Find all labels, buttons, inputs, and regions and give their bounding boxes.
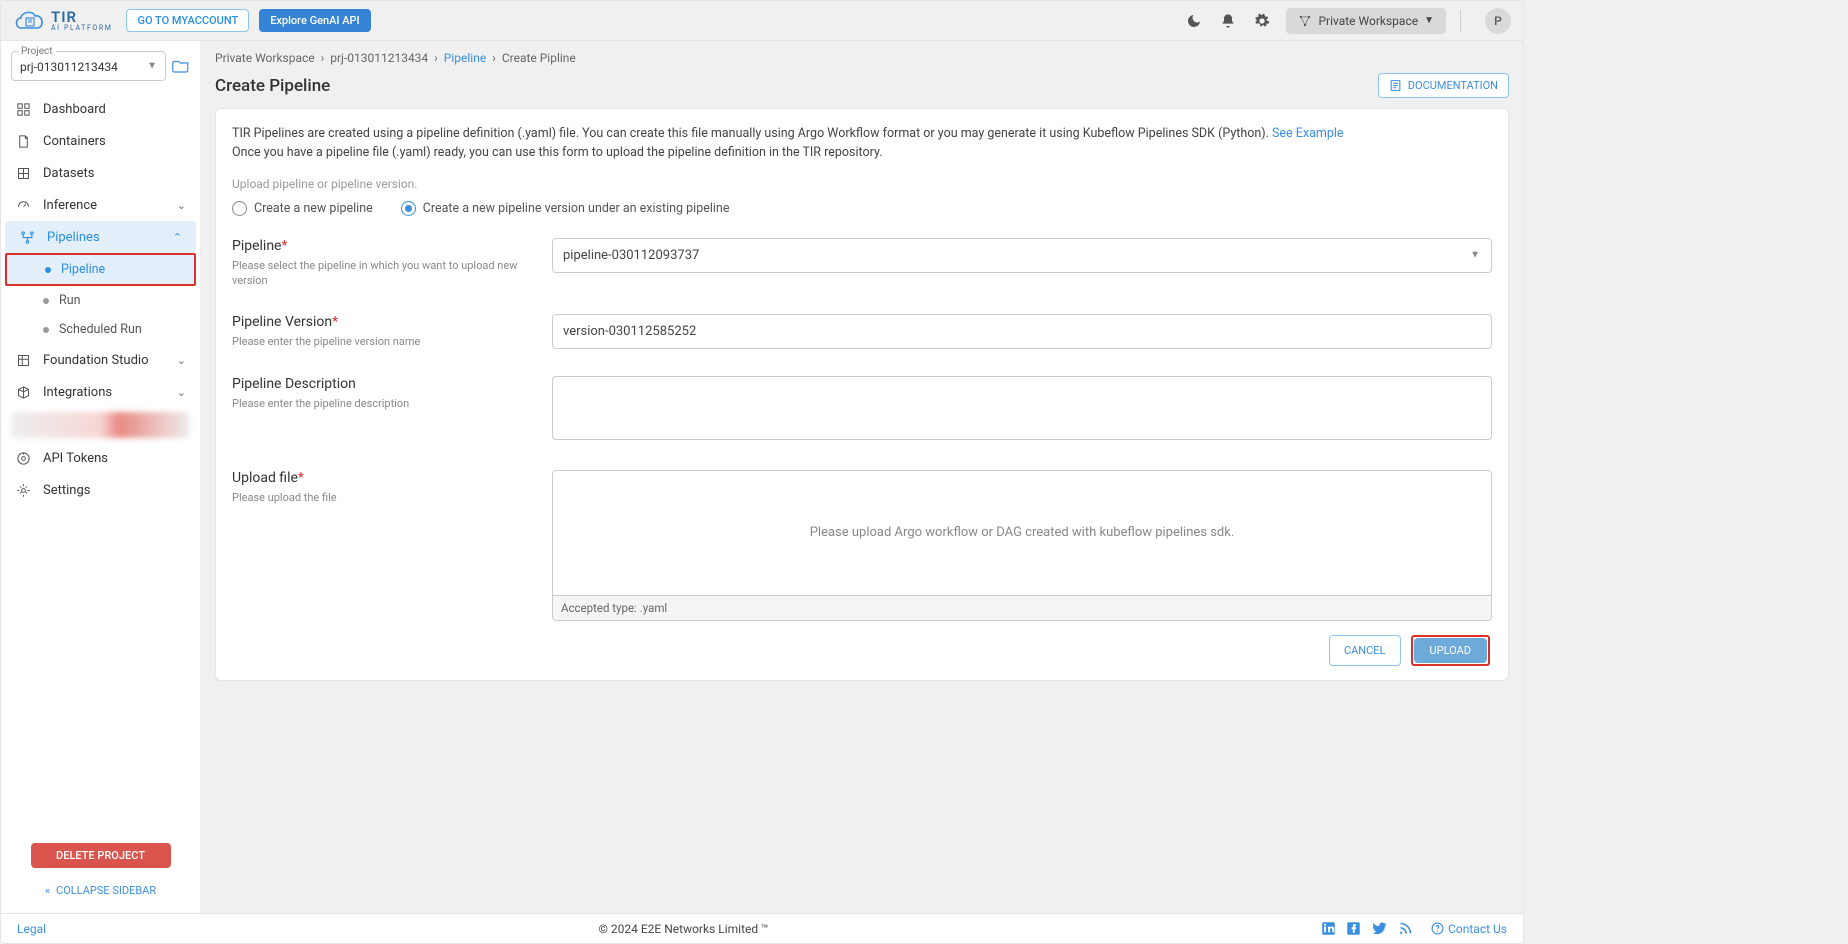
caret-down-icon: ▼: [147, 61, 157, 72]
intro-text: TIR Pipelines are created using a pipeli…: [232, 125, 1492, 163]
project-value: prj-013011213434: [20, 60, 118, 74]
footer: Legal © 2024 E2E Networks Limited ™ Cont…: [1, 913, 1523, 943]
gear-icon[interactable]: [1252, 11, 1272, 31]
avatar[interactable]: P: [1485, 8, 1511, 34]
sidebar-item-foundation-studio[interactable]: Foundation Studio ⌄: [1, 344, 200, 376]
chevron-up-icon: ⌃: [173, 231, 182, 244]
doc-icon: [1389, 79, 1402, 92]
sidebar-item-pipelines[interactable]: Pipelines ⌃: [5, 221, 196, 253]
pipeline-label: Pipeline*: [232, 238, 522, 254]
sidebar-item-settings[interactable]: Settings: [1, 474, 200, 506]
upload-dropzone[interactable]: Please upload Argo workflow or DAG creat…: [552, 470, 1492, 596]
chevron-down-icon: ⌄: [177, 386, 186, 399]
chevron-down-icon: ⌄: [177, 199, 186, 212]
sidebar-subitem-pipeline[interactable]: Pipeline: [5, 253, 196, 286]
package-icon: [15, 384, 31, 400]
description-label: Pipeline Description: [232, 376, 522, 392]
folder-icon[interactable]: [172, 57, 190, 75]
sidebar-subitem-run[interactable]: Run: [1, 286, 200, 315]
sidebar-item-dashboard[interactable]: Dashboard: [1, 93, 200, 125]
project-selector[interactable]: Project prj-013011213434 ▼: [11, 51, 166, 81]
sidebar-item-api-tokens[interactable]: API Tokens: [1, 442, 200, 474]
description-input[interactable]: [552, 376, 1492, 440]
gauge-icon: [15, 197, 31, 213]
copyright: © 2024 E2E Networks Limited ™: [46, 922, 1321, 936]
help-icon: [1431, 922, 1444, 935]
logo[interactable]: TIR AI PLATFORM: [13, 8, 112, 34]
explore-genai-button[interactable]: Explore GenAI API: [259, 9, 370, 32]
twitter-icon[interactable]: [1371, 921, 1388, 936]
sidebar: Project prj-013011213434 ▼ Dashboard Con…: [1, 41, 201, 913]
topbar: TIR AI PLATFORM GO TO MYACCOUNT Explore …: [1, 1, 1523, 41]
cloud-logo-icon: [13, 8, 47, 34]
grid-icon: [15, 352, 31, 368]
chevron-down-icon: ⌄: [177, 354, 186, 367]
document-icon: [15, 133, 31, 149]
breadcrumb-pipeline[interactable]: Pipeline: [444, 51, 486, 65]
version-help: Please enter the pipeline version name: [232, 334, 522, 349]
pipeline-icon: [19, 229, 35, 245]
upload-button[interactable]: UPLOAD: [1414, 638, 1488, 663]
rss-icon[interactable]: [1398, 921, 1413, 936]
dot-icon: [43, 327, 49, 333]
collapse-sidebar-button[interactable]: « COLLAPSE SIDEBAR: [11, 878, 190, 903]
form-card: TIR Pipelines are created using a pipeli…: [215, 108, 1509, 681]
grid-icon: [15, 165, 31, 181]
sidebar-item-datasets[interactable]: Datasets: [1, 157, 200, 189]
logo-sub: AI PLATFORM: [51, 25, 112, 32]
see-example-link[interactable]: See Example: [1272, 126, 1344, 141]
upload-label: Upload file*: [232, 470, 522, 486]
bell-icon[interactable]: [1218, 11, 1238, 31]
breadcrumb: Private Workspace › prj-013011213434 › P…: [215, 51, 1509, 65]
key-icon: [15, 450, 31, 466]
version-input[interactable]: [552, 314, 1492, 349]
settings-icon: [15, 482, 31, 498]
chevron-left-icon: «: [45, 884, 50, 897]
upload-help: Please upload the file: [232, 490, 522, 505]
workspace-label: Private Workspace: [1318, 14, 1418, 28]
breadcrumb-create: Create Pipline: [502, 51, 576, 65]
dashboard-icon: [15, 101, 31, 117]
breadcrumb-workspace[interactable]: Private Workspace: [215, 51, 315, 65]
workspace-selector[interactable]: Private Workspace ▼: [1286, 8, 1446, 34]
sidebar-item-containers[interactable]: Containers: [1, 125, 200, 157]
go-myaccount-button[interactable]: GO TO MYACCOUNT: [126, 9, 249, 32]
dot-icon: [45, 267, 51, 273]
radio-create-existing[interactable]: Create a new pipeline version under an e…: [401, 201, 730, 216]
version-label: Pipeline Version*: [232, 314, 522, 330]
contact-link[interactable]: Contact Us: [1431, 922, 1507, 936]
moon-icon[interactable]: [1184, 11, 1204, 31]
hidden-nav-item: [11, 412, 190, 438]
description-help: Please enter the pipeline description: [232, 396, 522, 411]
delete-project-button[interactable]: DELETE PROJECT: [31, 843, 171, 868]
main-content: Private Workspace › prj-013011213434 › P…: [201, 41, 1523, 913]
breadcrumb-project[interactable]: prj-013011213434: [330, 51, 428, 65]
caret-down-icon: ▼: [1424, 15, 1434, 26]
dot-icon: [43, 298, 49, 304]
legal-link[interactable]: Legal: [17, 922, 46, 936]
sidebar-item-inference[interactable]: Inference ⌄: [1, 189, 200, 221]
pipeline-select[interactable]: pipeline-030112093737: [552, 238, 1492, 273]
documentation-button[interactable]: DOCUMENTATION: [1378, 73, 1509, 98]
facebook-icon[interactable]: [1346, 921, 1361, 936]
logo-brand: TIR: [51, 10, 112, 25]
project-label: Project: [18, 46, 56, 57]
workspace-graph-icon: [1298, 14, 1312, 28]
pipeline-help: Please select the pipeline in which you …: [232, 258, 522, 289]
upload-hint: Upload pipeline or pipeline version.: [232, 177, 1492, 191]
cancel-button[interactable]: CANCEL: [1329, 635, 1401, 666]
page-title: Create Pipeline: [215, 76, 330, 96]
sidebar-subitem-scheduled-run[interactable]: Scheduled Run: [1, 315, 200, 344]
sidebar-item-integrations[interactable]: Integrations ⌄: [1, 376, 200, 408]
accepted-type: Accepted type: .yaml: [552, 596, 1492, 621]
radio-create-new[interactable]: Create a new pipeline: [232, 201, 373, 216]
linkedin-icon[interactable]: [1321, 921, 1336, 936]
